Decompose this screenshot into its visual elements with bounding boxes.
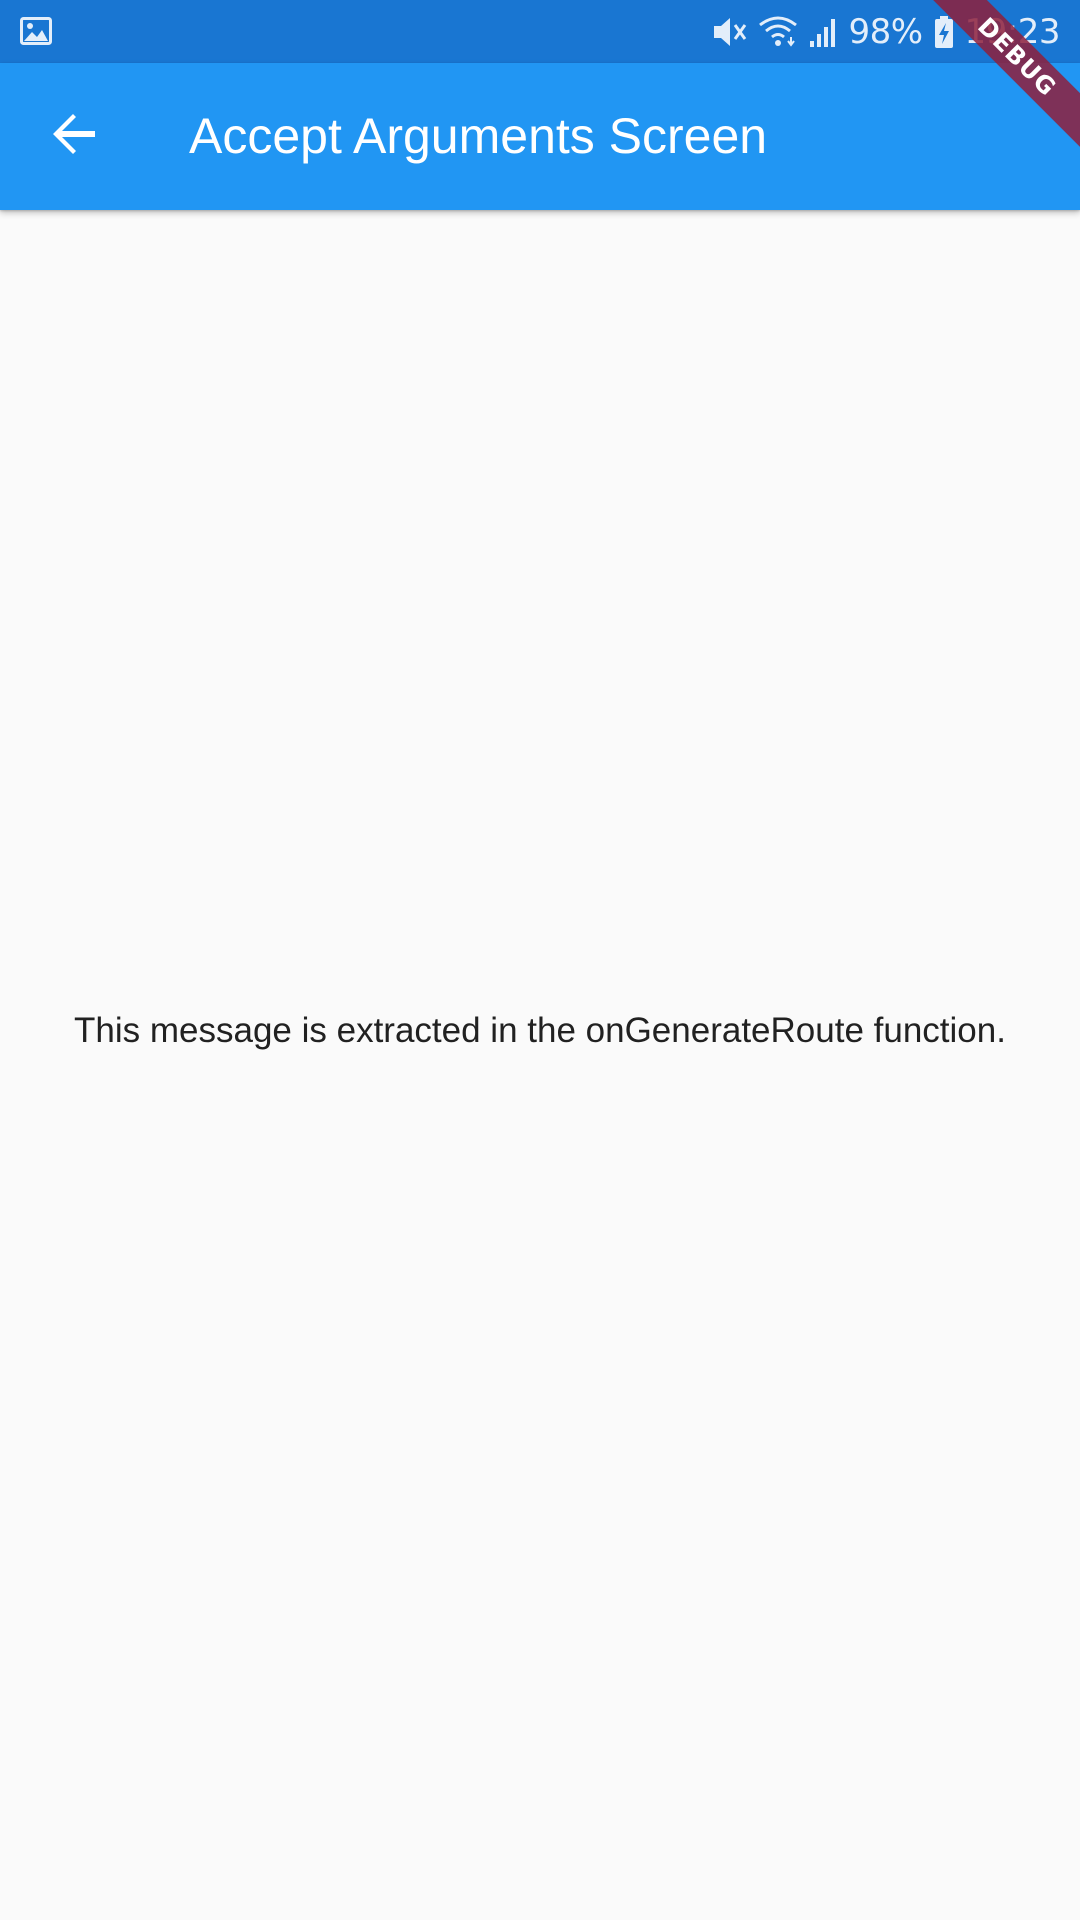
message-text: This message is extracted in the onGener…: [74, 1011, 1006, 1050]
app-bar: Accept Arguments Screen: [0, 63, 1080, 210]
arrow-back-icon: [51, 111, 97, 162]
status-icons: 98% 19:23: [710, 0, 1061, 63]
image-icon: [20, 15, 52, 47]
wifi-icon: [758, 15, 798, 49]
battery-charging-icon: [933, 15, 955, 49]
back-button[interactable]: [36, 99, 111, 174]
status-bar: 98% 19:23: [0, 0, 1080, 63]
battery-percent: 98%: [848, 11, 923, 52]
cell-signal-icon: [808, 15, 838, 49]
screen: 98% 19:23 Accept Arguments Screen This m…: [0, 0, 1080, 1920]
page-title: Accept Arguments Screen: [189, 108, 768, 164]
body: This message is extracted in the onGener…: [0, 210, 1080, 1920]
status-time: 19:23: [964, 11, 1061, 52]
vibrate-mute-icon: [710, 15, 748, 49]
